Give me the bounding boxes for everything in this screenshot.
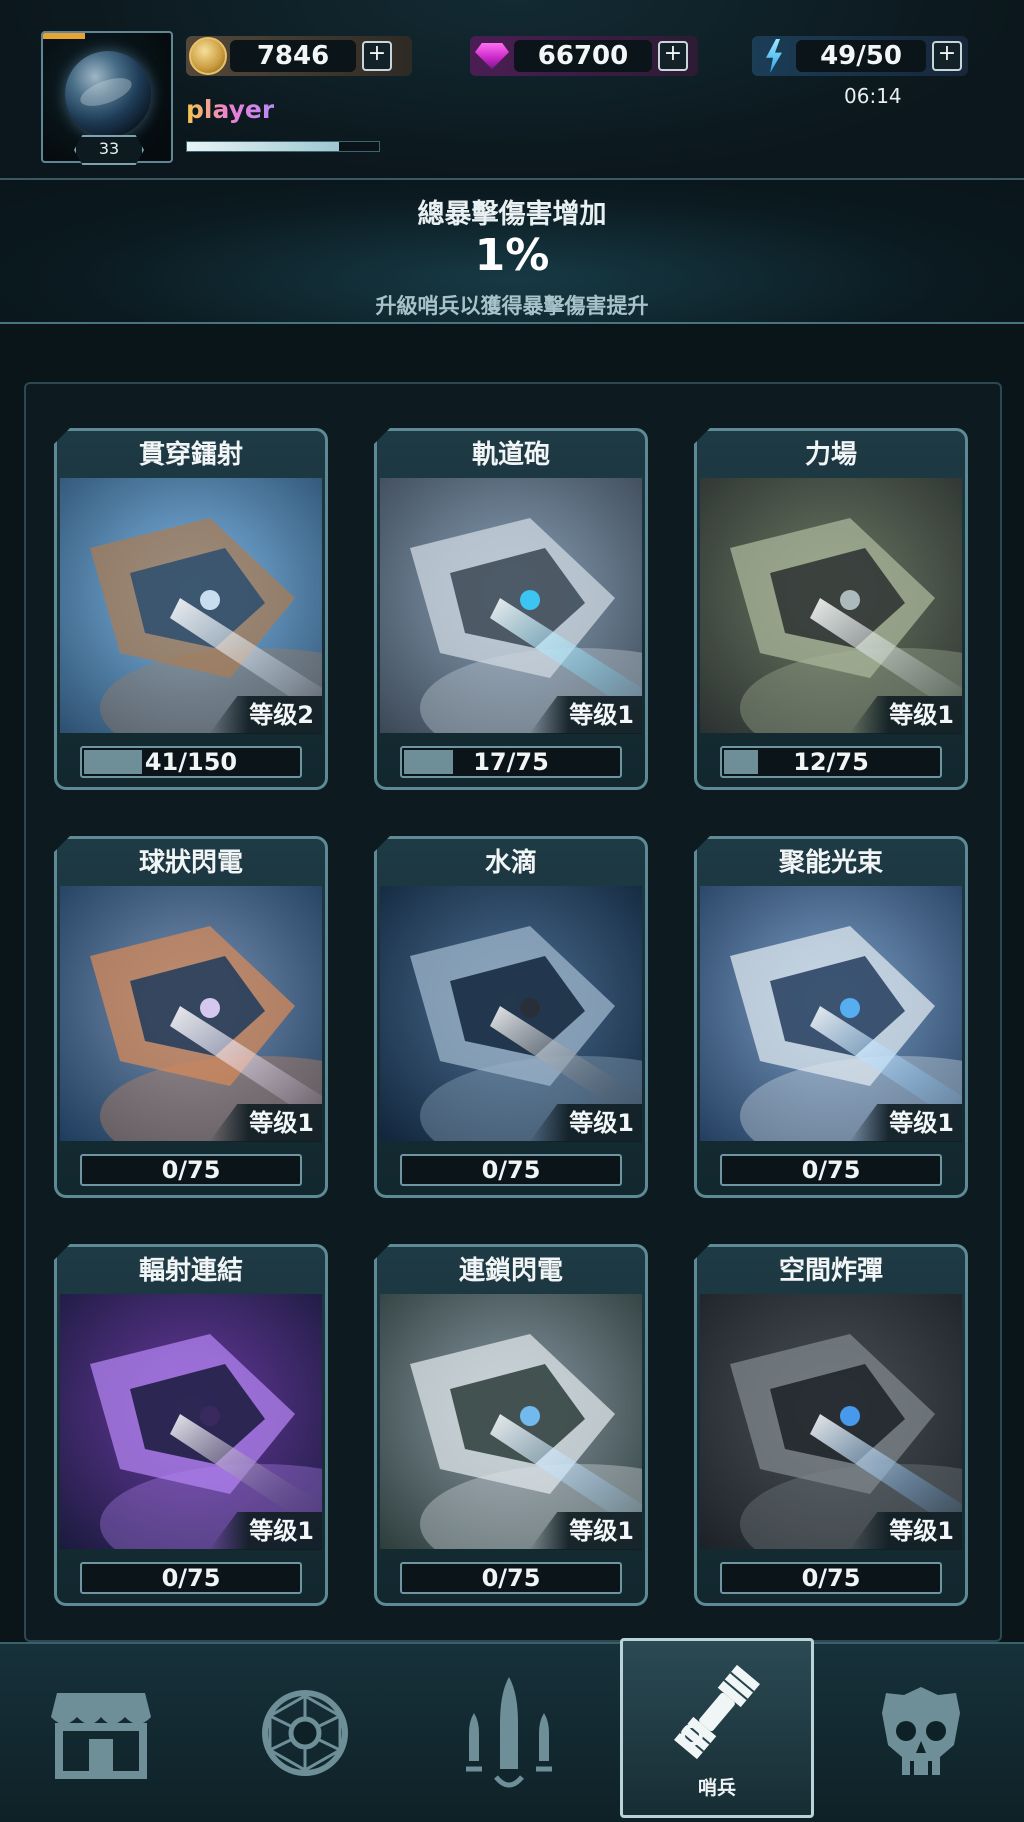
shop-icon — [51, 1693, 151, 1779]
gem-counter: 66700 + — [470, 36, 698, 76]
card-progress-text: 0/75 — [161, 1156, 221, 1184]
sentinel-artwork — [380, 886, 642, 1141]
card-progress-text: 17/75 — [473, 748, 549, 776]
bottom-nav: 哨兵 — [0, 1638, 1024, 1822]
sentinel-artwork — [380, 1294, 642, 1549]
sentinel-card[interactable]: 聚能光束 等级1 0/75 — [694, 836, 968, 1198]
banner-subtitle: 升級哨兵以獲得暴擊傷害提升 — [375, 294, 649, 318]
sentinel-artwork — [60, 1294, 322, 1549]
energy-counter: 49/50 + — [752, 36, 968, 76]
sentinel-card[interactable]: 軌道砲 等级1 17/75 — [374, 428, 648, 790]
sentinel-artwork — [700, 886, 962, 1141]
card-progress-bar: 0/75 — [80, 1154, 302, 1186]
sentinel-card[interactable]: 空間炸彈 等级1 0/75 — [694, 1244, 968, 1606]
sentinel-artwork — [700, 478, 962, 733]
card-progress-text: 41/150 — [144, 748, 238, 776]
card-progress-text: 0/75 — [481, 1564, 541, 1592]
card-progress-text: 0/75 — [801, 1564, 861, 1592]
card-title: 聚能光束 — [778, 848, 883, 878]
planet-icon — [65, 51, 151, 137]
card-title: 水滴 — [484, 848, 537, 878]
card-progress-text: 0/75 — [161, 1564, 221, 1592]
card-progress-bar: 0/75 — [400, 1562, 622, 1594]
top-bar: 33 player 7846 + 66700 + 49/50 + 06:14 — [0, 0, 1024, 180]
card-title: 空間炸彈 — [778, 1256, 883, 1286]
sentinel-card[interactable]: 輻射連結 等级1 0/75 — [54, 1244, 328, 1606]
card-title: 貫穿鐳射 — [138, 440, 243, 470]
satellite-icon — [674, 1664, 760, 1759]
sentinel-artwork — [380, 478, 642, 733]
gold-value: 7846 — [230, 40, 356, 72]
card-progress-bar: 0/75 — [720, 1562, 942, 1594]
nav-sentinel[interactable]: 哨兵 — [620, 1638, 814, 1818]
card-title: 力場 — [804, 440, 857, 470]
banner-value: 1% — [474, 230, 550, 281]
card-title: 球狀閃電 — [138, 848, 243, 878]
energy-timer: 06:14 — [844, 84, 902, 108]
sentinel-artwork — [700, 1294, 962, 1549]
lightning-icon — [766, 39, 782, 73]
avatar-highlight-strip — [43, 33, 85, 39]
add-gems-button[interactable]: + — [658, 41, 688, 71]
sentinel-card[interactable]: 球狀閃電 等级1 0/75 — [54, 836, 328, 1198]
player-name: player — [186, 95, 275, 124]
rockets-icon — [466, 1677, 552, 1788]
sentinel-card[interactable]: 連鎖閃電 等级1 0/75 — [374, 1244, 648, 1606]
add-gold-button[interactable]: + — [362, 41, 392, 71]
gem-icon — [475, 43, 509, 69]
card-progress-bar: 17/75 — [400, 746, 622, 778]
energy-value: 49/50 — [796, 40, 926, 72]
sentinel-artwork — [60, 478, 322, 733]
card-progress-bar: 0/75 — [400, 1154, 622, 1186]
nav-shop[interactable] — [16, 1644, 186, 1822]
card-title: 軌道砲 — [471, 440, 550, 470]
card-progress-text: 0/75 — [801, 1156, 861, 1184]
add-energy-button[interactable]: + — [932, 41, 962, 71]
card-progress-text: 0/75 — [481, 1156, 541, 1184]
card-progress-bar: 41/150 — [80, 746, 302, 778]
card-progress-bar: 0/75 — [720, 1154, 942, 1186]
sphere-icon — [262, 1690, 348, 1776]
nav-sphere[interactable] — [220, 1644, 390, 1822]
gem-value: 66700 — [514, 40, 652, 72]
sentinel-card[interactable]: 力場 等级1 12/75 — [694, 428, 968, 790]
sentinel-card[interactable]: 水滴 等级1 0/75 — [374, 836, 648, 1198]
card-progress-text: 12/75 — [793, 748, 869, 776]
nav-rockets[interactable] — [424, 1644, 594, 1822]
player-level-badge: 33 — [74, 135, 144, 165]
xp-bar-fill — [187, 142, 339, 151]
bonus-banner: 總暴擊傷害增加 1% 升級哨兵以獲得暴擊傷害提升 — [0, 180, 1024, 324]
sentinel-card[interactable]: 貫穿鐳射 等级2 41/150 — [54, 428, 328, 790]
sentinel-artwork — [60, 886, 322, 1141]
banner-title: 總暴擊傷害增加 — [417, 199, 607, 230]
gold-counter: 7846 + — [186, 36, 412, 76]
nav-skull[interactable] — [836, 1644, 1006, 1822]
skull-icon — [882, 1687, 960, 1775]
nav-sentinel-label: 哨兵 — [697, 1776, 736, 1799]
card-progress-bar: 0/75 — [80, 1562, 302, 1594]
xp-bar — [186, 141, 380, 152]
card-progress-bar: 12/75 — [720, 746, 942, 778]
card-title: 輻射連結 — [138, 1256, 243, 1286]
gold-coin-icon — [189, 37, 227, 75]
card-title: 連鎖閃電 — [458, 1256, 563, 1286]
